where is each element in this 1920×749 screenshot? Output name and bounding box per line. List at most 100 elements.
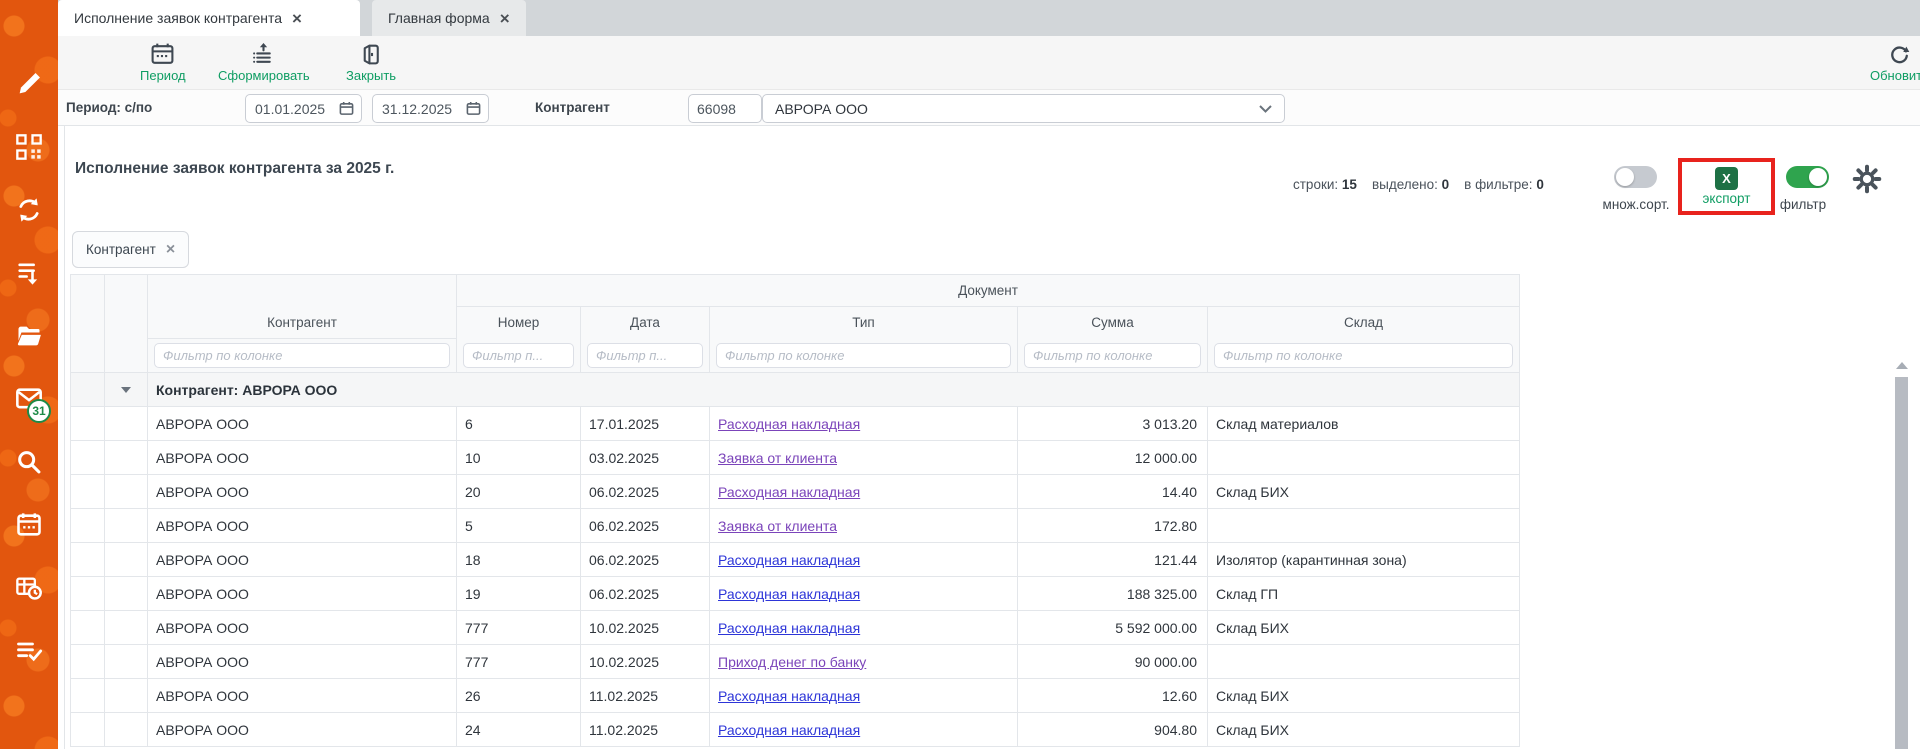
- table-row[interactable]: АВРОРА ООО 24 11.02.2025 Расходная накла…: [71, 713, 1520, 747]
- data-grid: Контрагент Документ Номер Дата Тип Сумма…: [70, 274, 1520, 747]
- vertical-scrollbar[interactable]: [1894, 360, 1909, 749]
- table-row[interactable]: АВРОРА ООО 777 10.02.2025 Расходная накл…: [71, 611, 1520, 645]
- filter-toggle-label: фильтр: [1768, 197, 1838, 212]
- cell-amount: 121.44: [1018, 543, 1208, 577]
- document-type-link[interactable]: Расходная накладная: [718, 552, 860, 568]
- cell-warehouse: Склад материалов: [1208, 407, 1520, 441]
- counterparty-code-input[interactable]: [688, 94, 762, 123]
- tab-main-form[interactable]: Главная форма ×: [372, 0, 526, 36]
- document-type-link[interactable]: Расходная накладная: [718, 586, 860, 602]
- cell-date: 06.02.2025: [581, 509, 710, 543]
- checklist-icon[interactable]: [15, 637, 43, 665]
- generate-button[interactable]: Сформировать: [218, 42, 310, 83]
- calendar-icon: [150, 42, 175, 67]
- table-row[interactable]: АВРОРА ООО 5 06.02.2025 Заявка от клиент…: [71, 509, 1520, 543]
- tab-report-close-icon[interactable]: ×: [292, 10, 302, 27]
- refresh-button[interactable]: Обновить: [1870, 42, 1920, 83]
- tab-report[interactable]: Исполнение заявок контрагента ×: [58, 0, 360, 36]
- table-row[interactable]: АВРОРА ООО 26 11.02.2025 Расходная накла…: [71, 679, 1520, 713]
- cell-date: 10.02.2025: [581, 611, 710, 645]
- date-from-input[interactable]: [255, 101, 331, 117]
- collapse-group-button[interactable]: [105, 373, 148, 407]
- rows-count: строки: 15: [1293, 177, 1357, 192]
- chip-close-icon[interactable]: ×: [166, 241, 175, 259]
- row-select-cell[interactable]: [105, 543, 148, 577]
- tab-main-form-close-icon[interactable]: ×: [500, 10, 510, 27]
- triangle-down-icon: [121, 387, 131, 393]
- column-header-type[interactable]: Тип: [710, 307, 1018, 339]
- chevron-down-icon: [1259, 105, 1272, 113]
- gear-icon[interactable]: [1852, 164, 1882, 194]
- row-select-cell[interactable]: [105, 509, 148, 543]
- cell-warehouse: Склад БИХ: [1208, 611, 1520, 645]
- schedule-icon[interactable]: [15, 574, 43, 602]
- table-row[interactable]: АВРОРА ООО 20 06.02.2025 Расходная накла…: [71, 475, 1520, 509]
- document-type-link[interactable]: Расходная накладная: [718, 688, 860, 704]
- document-type-link[interactable]: Приход денег по банку: [718, 654, 866, 670]
- cell-warehouse: Склад БИХ: [1208, 475, 1520, 509]
- table-row[interactable]: АВРОРА ООО 19 06.02.2025 Расходная накла…: [71, 577, 1520, 611]
- table-row[interactable]: АВРОРА ООО 777 10.02.2025 Приход денег п…: [71, 645, 1520, 679]
- search-icon[interactable]: [15, 448, 43, 476]
- document-type-link[interactable]: Заявка от клиента: [718, 450, 837, 466]
- column-header-amount[interactable]: Сумма: [1018, 307, 1208, 339]
- export-list-icon[interactable]: [15, 259, 43, 287]
- cell-amount: 90 000.00: [1018, 645, 1208, 679]
- column-header-counterparty[interactable]: Контрагент: [148, 275, 457, 339]
- cell-warehouse: Склад БИХ: [1208, 679, 1520, 713]
- counterparty-label: Контрагент: [535, 100, 610, 115]
- counterparty-filter-input[interactable]: [154, 343, 450, 368]
- table-row[interactable]: АВРОРА ООО 10 03.02.2025 Заявка от клиен…: [71, 441, 1520, 475]
- column-header-date[interactable]: Дата: [581, 307, 710, 339]
- cell-counterparty: АВРОРА ООО: [148, 611, 457, 645]
- filter-chip-counterparty[interactable]: Контрагент ×: [72, 231, 189, 268]
- warehouse-filter-input[interactable]: [1214, 343, 1513, 368]
- date-to-input[interactable]: [382, 101, 458, 117]
- period-button[interactable]: Период: [140, 42, 186, 83]
- calendar-icon[interactable]: [466, 101, 481, 116]
- column-header-warehouse[interactable]: Склад: [1208, 307, 1520, 339]
- document-type-link[interactable]: Заявка от клиента: [718, 518, 837, 534]
- scrollbar-thumb[interactable]: [1895, 377, 1908, 749]
- document-type-link[interactable]: Расходная накладная: [718, 484, 860, 500]
- row-select-cell[interactable]: [105, 611, 148, 645]
- tab-main-form-label: Главная форма: [388, 10, 490, 26]
- cell-document-type: Расходная накладная: [710, 577, 1018, 611]
- counterparty-combobox-value: АВРОРА ООО: [775, 101, 868, 117]
- row-select-cell[interactable]: [105, 679, 148, 713]
- cell-amount: 12 000.00: [1018, 441, 1208, 475]
- row-select-cell[interactable]: [105, 475, 148, 509]
- scroll-up-icon[interactable]: [1896, 362, 1908, 369]
- generate-button-label: Сформировать: [218, 68, 310, 83]
- type-filter-input[interactable]: [716, 343, 1011, 368]
- sync-icon[interactable]: [15, 196, 43, 224]
- page-title: Исполнение заявок контрагента за 2025 г.: [75, 160, 394, 178]
- close-button[interactable]: Закрыть: [346, 42, 396, 83]
- table-row[interactable]: АВРОРА ООО 6 17.01.2025 Расходная наклад…: [71, 407, 1520, 441]
- calendar-icon[interactable]: [15, 511, 43, 539]
- multisort-toggle[interactable]: [1614, 166, 1657, 188]
- app-window: 31 Исполнение заявок кон: [0, 0, 1920, 749]
- row-select-cell[interactable]: [105, 713, 148, 747]
- column-header-number[interactable]: Номер: [457, 307, 581, 339]
- row-select-cell[interactable]: [105, 645, 148, 679]
- document-type-link[interactable]: Расходная накладная: [718, 416, 860, 432]
- calendar-icon[interactable]: [339, 101, 354, 116]
- document-type-link[interactable]: Расходная накладная: [718, 722, 860, 738]
- document-type-link[interactable]: Расходная накладная: [718, 620, 860, 636]
- row-select-cell[interactable]: [105, 577, 148, 611]
- date-filter-input[interactable]: [587, 343, 703, 368]
- qr-code-icon[interactable]: [15, 133, 43, 161]
- filter-toggle[interactable]: [1786, 166, 1829, 188]
- table-row[interactable]: АВРОРА ООО 18 06.02.2025 Расходная накла…: [71, 543, 1520, 577]
- export-button[interactable]: X экспорт: [1678, 158, 1775, 215]
- row-select-cell[interactable]: [105, 407, 148, 441]
- folder-open-icon[interactable]: [15, 322, 43, 350]
- row-select-cell[interactable]: [105, 441, 148, 475]
- multisort-toggle-label: множ.сорт.: [1591, 197, 1681, 212]
- counterparty-combobox[interactable]: АВРОРА ООО: [762, 94, 1285, 123]
- edit-icon[interactable]: [15, 70, 43, 98]
- number-filter-input[interactable]: [463, 343, 574, 368]
- amount-filter-input[interactable]: [1024, 343, 1201, 368]
- mail-icon[interactable]: 31: [15, 385, 43, 413]
